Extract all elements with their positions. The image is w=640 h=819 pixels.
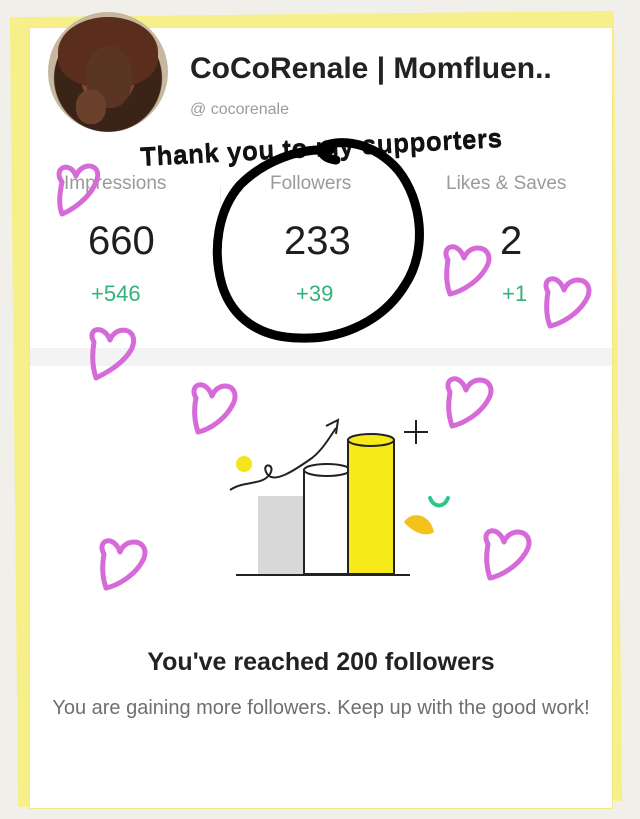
sparkle-icon bbox=[404, 420, 428, 444]
hand-drawn-circle bbox=[212, 138, 424, 343]
milestone-message: You are gaining more followers. Keep up … bbox=[52, 697, 590, 719]
heart-icon bbox=[56, 163, 101, 217]
heart-icon bbox=[543, 276, 592, 329]
heart-icon bbox=[483, 528, 532, 581]
heart-icon bbox=[89, 327, 137, 381]
heart-icon bbox=[191, 382, 238, 435]
growth-illustration bbox=[229, 418, 450, 576]
heart-icon bbox=[99, 538, 148, 591]
heart-icon bbox=[445, 376, 494, 429]
milestone-title: You've reached 200 followers bbox=[147, 648, 495, 676]
heart-icon bbox=[443, 244, 492, 297]
